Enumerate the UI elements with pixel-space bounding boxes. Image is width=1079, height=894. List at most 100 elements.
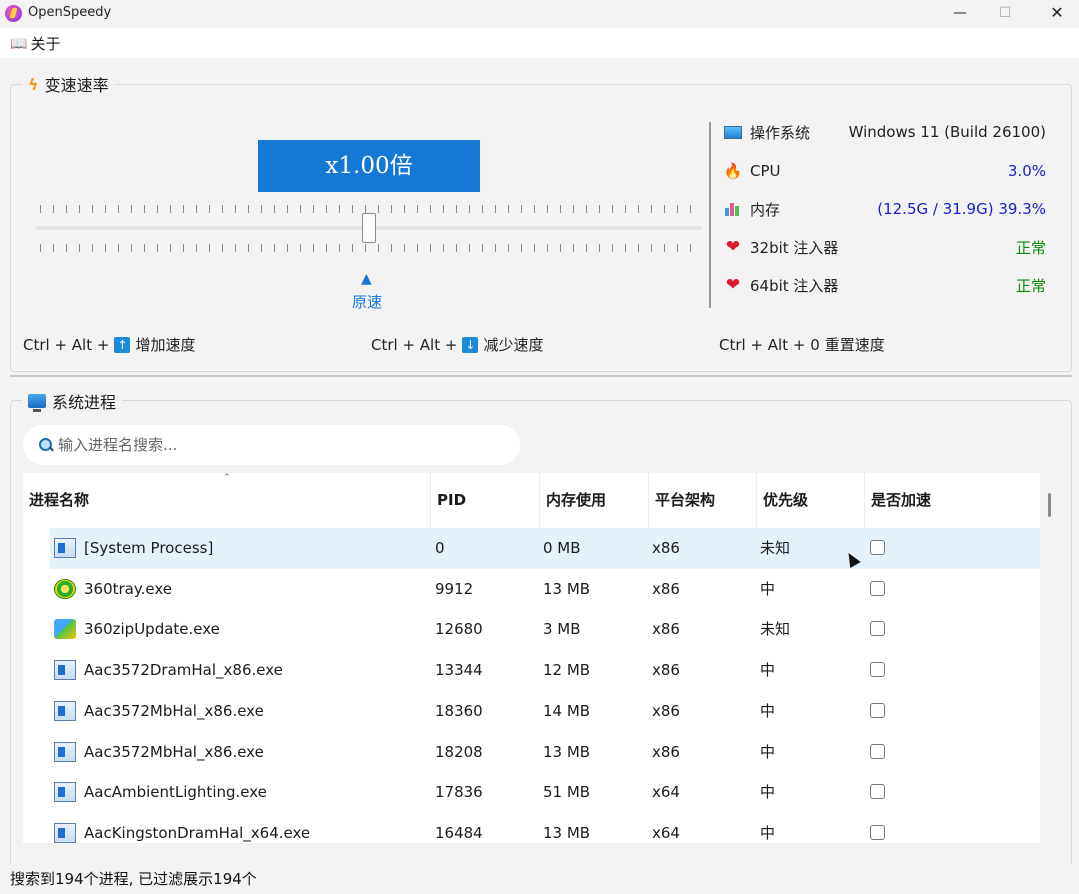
window-icon: [54, 660, 76, 681]
process-arch: x86: [652, 579, 680, 598]
maximize-button[interactable]: ☐: [982, 0, 1028, 28]
hotkey-reset: Ctrl + Alt + 0 重置速度: [719, 334, 885, 355]
chart-icon: [724, 200, 742, 218]
column-header-name[interactable]: 进程名称: [23, 473, 431, 528]
hotkey-decrease: Ctrl + Alt + ↓ 减少速度: [371, 334, 543, 355]
table-row[interactable]: Aac3572MbHal_x86.exe 18208 13 MB x86 中: [50, 732, 1040, 773]
speed-slider-handle[interactable]: [362, 213, 376, 243]
process-name: Aac3572DramHal_x86.exe: [84, 661, 283, 680]
table-row[interactable]: AacKingstonDramHal_x64.exe 16484 13 MB x64 中: [50, 813, 1040, 843]
process-pid: 9912: [435, 579, 474, 598]
hotkey-reset-combo: Ctrl + Alt + 0: [719, 335, 820, 354]
process-name: AacAmbientLighting.exe: [84, 783, 267, 802]
process-arch: x64: [652, 783, 680, 802]
hotkey-decrease-label: 减少速度: [483, 336, 544, 354]
accelerate-checkbox[interactable]: [870, 824, 885, 840]
zip-icon: [54, 619, 76, 640]
process-priority: 中: [760, 579, 776, 598]
column-header-accelerate[interactable]: 是否加速: [865, 473, 1040, 528]
process-table: ⌃ 进程名称 PID 内存使用 平台架构 优先级 是否加速 [System Pr…: [23, 473, 1040, 843]
process-name: 360tray.exe: [84, 579, 172, 598]
window-icon: [54, 741, 76, 762]
process-name: Aac3572MbHal_x86.exe: [84, 701, 264, 720]
heart-icon: ❤: [725, 275, 741, 295]
table-header: ⌃ 进程名称 PID 内存使用 平台架构 优先级 是否加速: [23, 473, 1040, 528]
table-row[interactable]: Aac3572MbHal_x86.exe 18360 14 MB x86 中: [50, 691, 1040, 732]
table-scrollbar[interactable]: [1042, 473, 1056, 843]
slider-ticks-bottom: [40, 244, 696, 252]
status-text: 搜索到194个进程, 已过滤展示194个: [10, 870, 257, 888]
process-memory: 51 MB: [543, 783, 591, 802]
book-icon: 📖: [10, 35, 28, 52]
origin-speed-label: 原速: [352, 293, 383, 311]
process-group-title: 系统进程: [22, 389, 123, 413]
speed-display: x1.00倍: [258, 140, 480, 192]
process-memory: 14 MB: [543, 701, 591, 720]
system-info-label: 内存: [750, 200, 781, 219]
app-logo-icon: [5, 5, 22, 22]
process-name: AacKingstonDramHal_x64.exe: [84, 823, 311, 842]
fire-icon: 🔥: [723, 162, 743, 180]
table-row[interactable]: 360tray.exe 9912 13 MB x86 中: [50, 569, 1040, 610]
process-memory: 13 MB: [543, 579, 591, 598]
menu-about[interactable]: 📖 关于: [10, 33, 60, 54]
accelerate-checkbox[interactable]: [870, 540, 885, 555]
process-name: [System Process]: [84, 539, 214, 557]
system-info-value: 正常: [1015, 238, 1046, 257]
lightning-icon: ϟ: [28, 74, 39, 94]
scrollbar-thumb[interactable]: [1048, 493, 1051, 517]
system-info-value: 正常: [1015, 276, 1046, 295]
system-info-value: (12.5G / 31.9G) 39.3%: [877, 200, 1046, 218]
system-info-row: 🔥 CPU 3.0%: [724, 159, 1046, 183]
table-row[interactable]: 360zipUpdate.exe 12680 3 MB x86 未知: [50, 609, 1040, 650]
column-header-pid[interactable]: PID: [431, 473, 540, 528]
column-header-priority[interactable]: 优先级: [757, 473, 865, 528]
process-pid: 12680: [435, 620, 483, 639]
360-icon: [54, 578, 76, 599]
process-priority: 中: [760, 742, 776, 761]
table-row[interactable]: [System Process] 0 0 MB x86 未知: [50, 528, 1040, 569]
process-pid: 13344: [435, 661, 483, 680]
process-priority: 中: [760, 701, 776, 720]
search-icon: [39, 438, 53, 452]
menu-bar: 📖 关于: [0, 28, 1079, 58]
title-bar: OpenSpeedy — ☐ ✕: [0, 0, 1079, 28]
arrow-up-icon: ↑: [114, 336, 131, 353]
process-arch: x86: [652, 620, 680, 639]
search-input[interactable]: [58, 436, 488, 454]
process-arch: x86: [652, 701, 680, 720]
accelerate-checkbox[interactable]: [870, 784, 885, 800]
table-row[interactable]: AacAmbientLighting.exe 17836 51 MB x64 中: [50, 772, 1040, 813]
hotkey-increase-combo: Ctrl + Alt +: [23, 335, 110, 354]
system-info-row: 操作系统 Windows 11 (Build 26100): [724, 120, 1046, 144]
window-title: OpenSpeedy: [28, 5, 112, 20]
process-arch: x86: [652, 661, 680, 680]
column-header-memory[interactable]: 内存使用: [540, 473, 649, 528]
system-info-label: 32bit 注入器: [750, 238, 839, 257]
process-priority: 中: [760, 783, 776, 802]
accelerate-checkbox[interactable]: [870, 702, 885, 718]
arrow-down-icon: ↓: [462, 336, 479, 353]
table-row[interactable]: Aac3572DramHal_x86.exe 13344 12 MB x86 中: [50, 650, 1040, 691]
accelerate-checkbox[interactable]: [870, 743, 885, 759]
accelerate-checkbox[interactable]: [870, 580, 885, 596]
process-arch: x64: [652, 823, 680, 842]
process-pid: 18360: [435, 701, 483, 720]
system-info-row: 内存 (12.5G / 31.9G) 39.3%: [724, 197, 1046, 221]
computer-icon: [28, 394, 46, 412]
accelerate-checkbox[interactable]: [870, 621, 885, 637]
process-pid: 16484: [435, 823, 483, 842]
speed-group-title: ϟ 变速速率: [22, 72, 115, 96]
system-info-label: CPU: [750, 162, 781, 180]
column-header-arch[interactable]: 平台架构: [649, 473, 757, 528]
minimize-button[interactable]: —: [937, 0, 983, 28]
section-splitter[interactable]: [10, 375, 1072, 377]
process-pid: 17836: [435, 783, 483, 802]
close-button[interactable]: ✕: [1034, 0, 1079, 28]
system-info-row: ❤ 64bit 注入器 正常: [724, 273, 1046, 297]
search-box[interactable]: [23, 425, 520, 465]
menu-about-label: 关于: [30, 35, 61, 53]
process-memory: 3 MB: [543, 620, 581, 639]
slider-ticks-top: [40, 205, 696, 213]
accelerate-checkbox[interactable]: [870, 662, 885, 678]
